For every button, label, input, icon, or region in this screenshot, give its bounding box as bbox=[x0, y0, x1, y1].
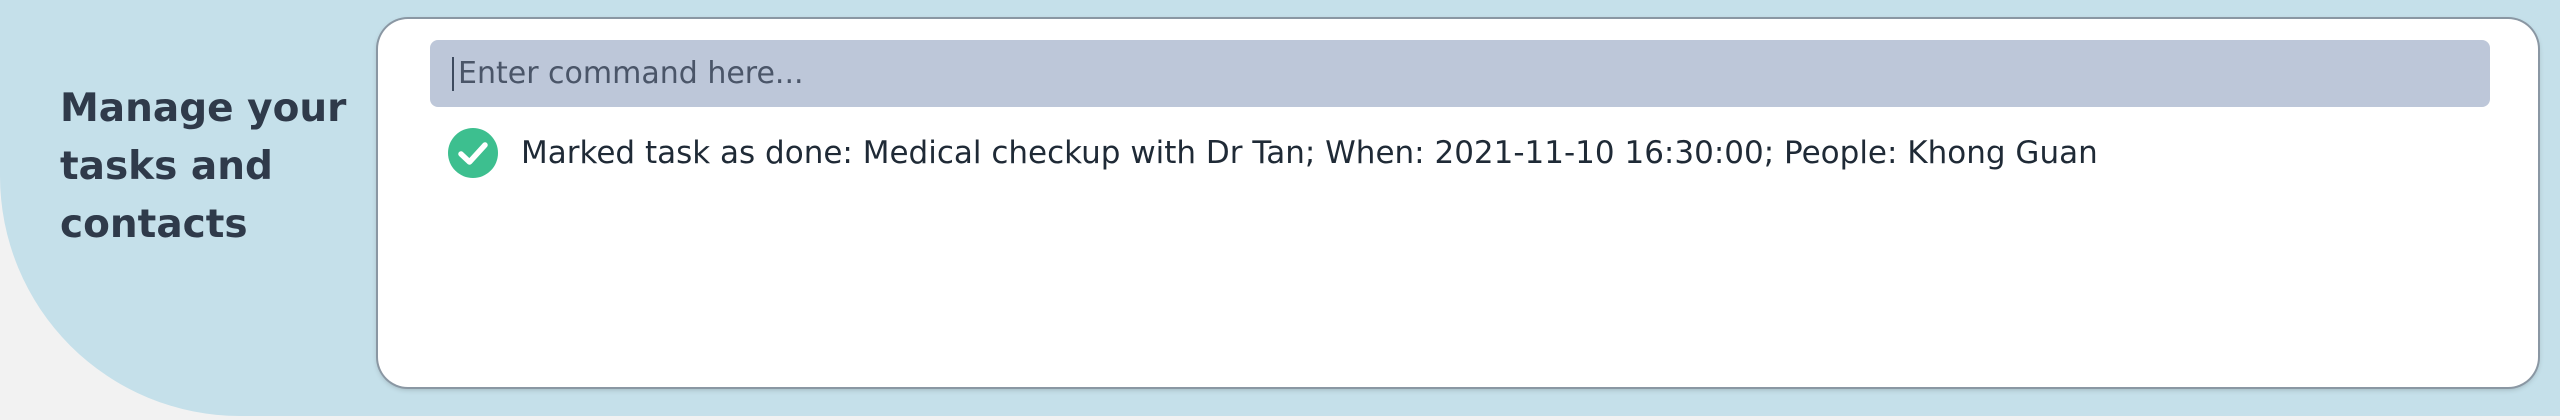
result-message: Marked task as done: Medical checkup wit… bbox=[521, 135, 2098, 171]
command-card: Marked task as done: Medical checkup wit… bbox=[378, 19, 2538, 387]
command-box[interactable] bbox=[430, 40, 2490, 107]
check-circle-icon bbox=[448, 128, 498, 178]
app-tagline: Manage your tasks and contacts bbox=[60, 86, 347, 247]
result-message-row: Marked task as done: Medical checkup wit… bbox=[448, 127, 2098, 179]
command-input[interactable] bbox=[454, 40, 2490, 107]
